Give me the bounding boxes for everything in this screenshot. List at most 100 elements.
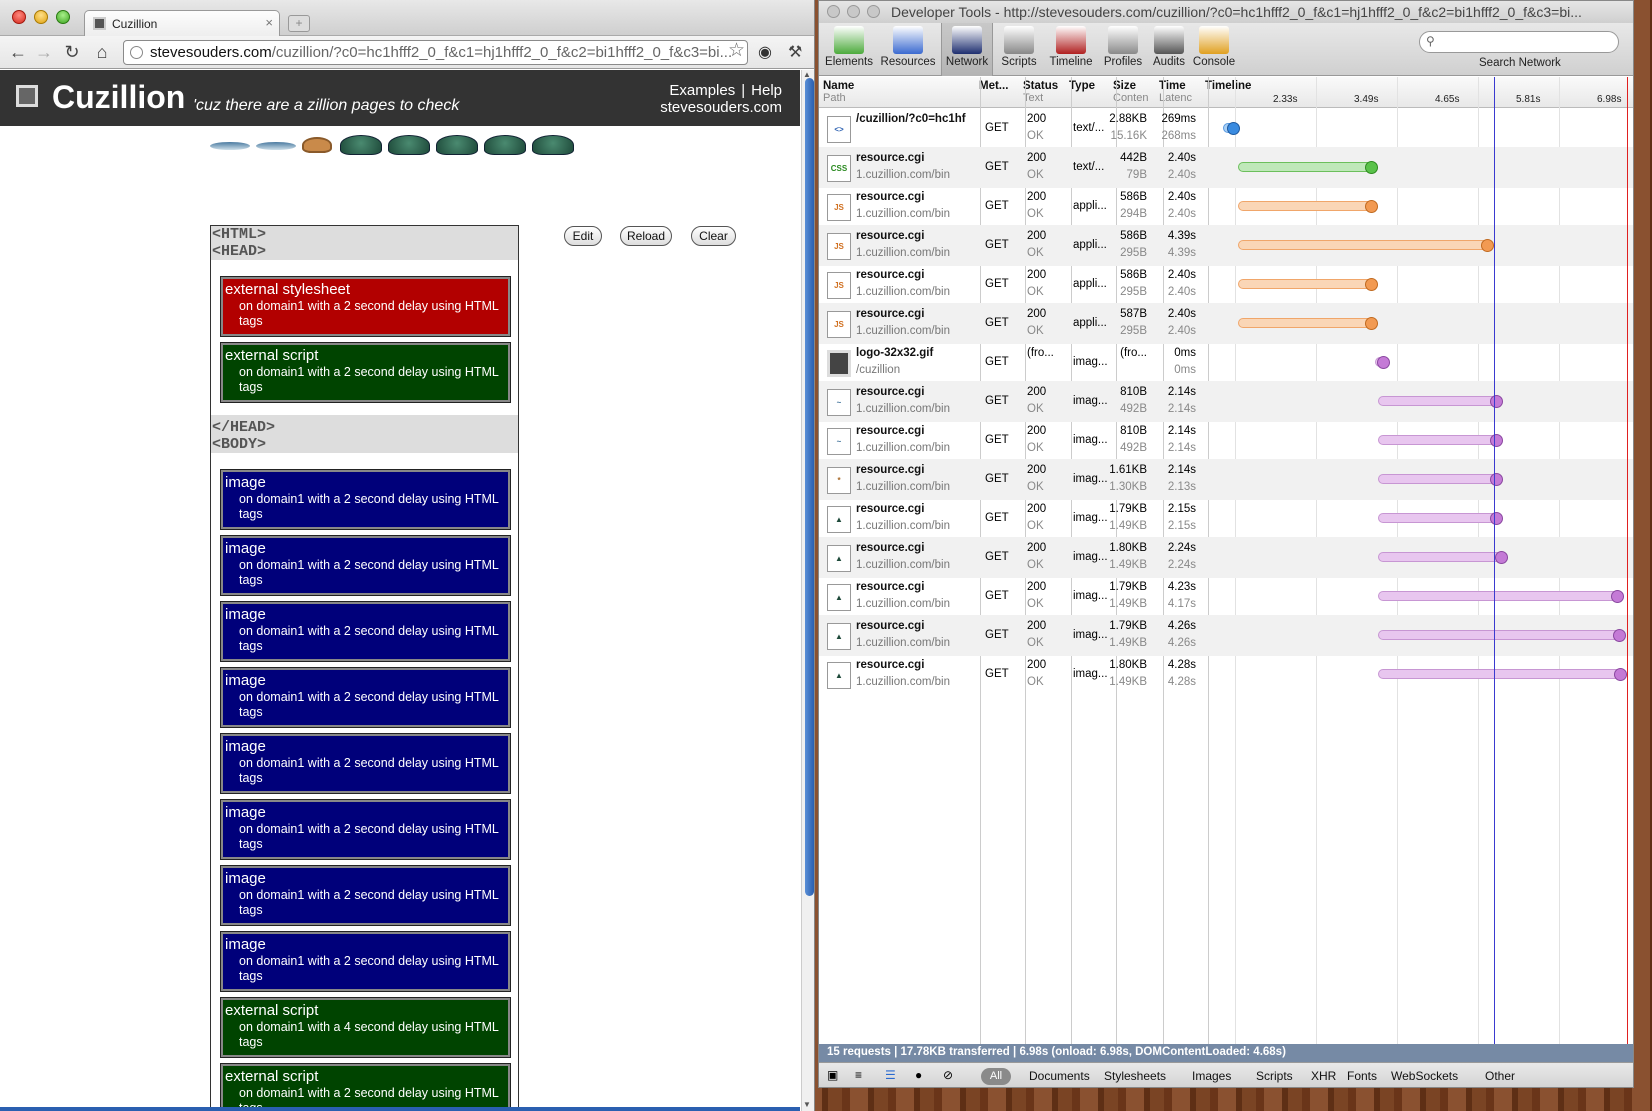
network-request-row[interactable]: ~ resource.cgi 1.cuzillion.com/bin GET 200 OK… xyxy=(819,420,1633,461)
network-request-row[interactable]: logo-32x32.gif/cuzillion GET (fro... imag..… xyxy=(819,342,1633,383)
dock-icon[interactable]: ▣ xyxy=(827,1068,838,1082)
extension-icon[interactable]: ◉ xyxy=(758,42,772,62)
tool-audits[interactable]: Audits xyxy=(1149,23,1189,76)
home-icon[interactable]: ⌂ xyxy=(92,41,112,63)
network-request-row[interactable]: CSS resource.cgi 1.cuzillion.com/bin GET 200… xyxy=(819,147,1633,188)
horizontal-scrollbar[interactable] xyxy=(0,1107,800,1111)
filter-fonts[interactable]: Fonts xyxy=(1347,1069,1377,1083)
filter-xhr[interactable]: XHR xyxy=(1311,1069,1336,1083)
tool-console[interactable]: Console xyxy=(1191,23,1237,76)
filter-websockets[interactable]: WebSockets xyxy=(1391,1069,1458,1083)
examples-link[interactable]: Examples xyxy=(669,82,735,99)
network-request-row[interactable]: ▲ resource.cgi 1.cuzillion.com/bin GET 200 OK… xyxy=(819,654,1633,695)
timeline-bar[interactable] xyxy=(1377,590,1624,603)
clear-icon[interactable]: ⊘ xyxy=(943,1068,953,1082)
tool-profiles[interactable]: Profiles xyxy=(1101,23,1145,76)
resource-block[interactable]: image on domain1 with a 2 second delay us… xyxy=(220,931,511,992)
filter-images[interactable]: Images xyxy=(1192,1069,1231,1083)
resource-block[interactable]: external stylesheet on domain1 with a 2 s… xyxy=(220,276,511,337)
minimize-window-button[interactable] xyxy=(34,10,48,24)
network-request-row[interactable]: * resource.cgi 1.cuzillion.com/bin GET 200 OK… xyxy=(819,459,1633,500)
request-size: 1.79KB xyxy=(1109,620,1147,632)
request-status: 200 xyxy=(1027,464,1047,476)
timeline-bar[interactable] xyxy=(1222,122,1240,135)
tool-network[interactable]: Network xyxy=(941,23,993,76)
network-request-row[interactable]: ~ resource.cgi 1.cuzillion.com/bin GET 200 OK… xyxy=(819,381,1633,422)
request-path: 1.cuzillion.com/bin xyxy=(856,520,950,532)
edit-button[interactable]: Edit xyxy=(564,226,602,246)
timeline-bar[interactable] xyxy=(1377,395,1503,408)
close-window-button[interactable] xyxy=(12,10,26,24)
tool-resources[interactable]: Resources xyxy=(879,23,937,76)
resource-block[interactable]: external script on domain1 with a 2 secon… xyxy=(220,1063,511,1111)
network-request-row[interactable]: ▲ resource.cgi 1.cuzillion.com/bin GET 200 OK… xyxy=(819,576,1633,617)
timeline-bar[interactable] xyxy=(1377,551,1509,564)
back-arrow-icon[interactable]: ← xyxy=(8,41,28,63)
network-request-row[interactable]: <> /cuzillion/?c0=hc1hf GET 200 OK text/... 2.… xyxy=(819,108,1633,149)
resource-block[interactable]: external script on domain1 with a 2 secon… xyxy=(220,342,511,403)
filter-other[interactable]: Other xyxy=(1485,1069,1515,1083)
network-request-row[interactable]: JS resource.cgi 1.cuzillion.com/bin GET 200 O… xyxy=(819,264,1633,305)
timeline-bar[interactable] xyxy=(1238,200,1379,213)
network-request-row[interactable]: ▲ resource.cgi 1.cuzillion.com/bin GET 200 OK… xyxy=(819,615,1633,656)
network-request-row[interactable]: JS resource.cgi 1.cuzillion.com/bin GET 200 O… xyxy=(819,225,1633,266)
reload-icon[interactable]: ↻ xyxy=(62,41,82,63)
resources-icon xyxy=(893,26,923,54)
resource-block[interactable]: image on domain1 with a 2 second delay us… xyxy=(220,469,511,530)
timeline-bar[interactable] xyxy=(1377,668,1627,681)
console-toggle-icon[interactable]: ≡ xyxy=(855,1068,862,1082)
close-window-button[interactable] xyxy=(827,5,840,18)
minimize-window-button[interactable] xyxy=(847,5,860,18)
resource-block[interactable]: image on domain1 with a 2 second delay us… xyxy=(220,865,511,926)
timeline-bar[interactable] xyxy=(1238,317,1379,330)
request-path: 1.cuzillion.com/bin xyxy=(856,208,950,220)
timeline-bar[interactable] xyxy=(1377,434,1503,447)
address-bar[interactable]: stevesouders.com/cuzillion/?c0=hc1hfff2_… xyxy=(123,40,748,65)
timeline-bar[interactable] xyxy=(1375,356,1391,369)
resource-block[interactable]: external script on domain1 with a 4 secon… xyxy=(220,997,511,1058)
tool-elements[interactable]: Elements xyxy=(823,23,875,76)
network-request-row[interactable]: JS resource.cgi 1.cuzillion.com/bin GET 200 O… xyxy=(819,303,1633,344)
timeline-bar[interactable] xyxy=(1377,512,1504,525)
filter-all[interactable]: All xyxy=(981,1068,1011,1085)
new-tab-button[interactable]: + xyxy=(288,15,310,32)
network-request-row[interactable]: ▲ resource.cgi 1.cuzillion.com/bin GET 200 OK… xyxy=(819,498,1633,539)
zoom-window-button[interactable] xyxy=(56,10,70,24)
page-scrollbar[interactable]: ▲ ▼ xyxy=(801,70,814,1111)
network-request-row[interactable]: JS resource.cgi 1.cuzillion.com/bin GET 200 O… xyxy=(819,186,1633,227)
tab-cuzillion[interactable]: Cuzillion × xyxy=(84,10,280,36)
zoom-window-button[interactable] xyxy=(867,5,880,18)
bookmark-star-icon[interactable]: ☆ xyxy=(728,39,745,62)
request-method: GET xyxy=(985,239,1009,251)
resource-block[interactable]: image on domain1 with a 2 second delay us… xyxy=(220,799,511,860)
filter-documents[interactable]: Documents xyxy=(1029,1069,1090,1083)
timeline-bar[interactable] xyxy=(1377,629,1626,642)
resource-block[interactable]: image on domain1 with a 2 second delay us… xyxy=(220,733,511,794)
resource-block[interactable]: image on domain1 with a 2 second delay us… xyxy=(220,601,511,662)
clear-button[interactable]: Clear xyxy=(691,226,736,246)
timeline-bar[interactable] xyxy=(1238,161,1379,174)
timeline-bar[interactable] xyxy=(1238,278,1379,291)
request-content-size: 295B xyxy=(1120,247,1147,259)
forward-arrow-icon[interactable]: → xyxy=(34,41,54,63)
tool-timeline[interactable]: Timeline xyxy=(1044,23,1098,76)
resource-block[interactable]: image on domain1 with a 2 second delay us… xyxy=(220,535,511,596)
filter-scripts[interactable]: Scripts xyxy=(1256,1069,1293,1083)
help-link[interactable]: Help xyxy=(751,82,782,99)
network-request-row[interactable]: ▲ resource.cgi 1.cuzillion.com/bin GET 200 OK… xyxy=(819,537,1633,578)
large-rows-icon[interactable]: ☰ xyxy=(885,1068,896,1082)
tool-scripts[interactable]: Scripts xyxy=(997,23,1041,76)
record-icon[interactable]: ● xyxy=(915,1068,922,1082)
scroll-down-arrow-icon[interactable]: ▼ xyxy=(803,1100,811,1109)
stevesouders-link[interactable]: stevesouders.com xyxy=(660,99,782,116)
resource-block[interactable]: image on domain1 with a 2 second delay us… xyxy=(220,667,511,728)
cuzillion-favicon-icon xyxy=(93,17,106,30)
timeline-bar[interactable] xyxy=(1377,473,1503,486)
timeline-bar[interactable] xyxy=(1238,239,1494,252)
scrollbar-thumb[interactable] xyxy=(805,78,814,896)
wrench-icon[interactable]: ⚒ xyxy=(788,42,802,62)
reload-button[interactable]: Reload xyxy=(620,226,672,246)
tab-close-icon[interactable]: × xyxy=(265,15,273,30)
filter-stylesheets[interactable]: Stylesheets xyxy=(1104,1069,1166,1083)
search-network-input[interactable]: ⚲ xyxy=(1419,31,1619,53)
